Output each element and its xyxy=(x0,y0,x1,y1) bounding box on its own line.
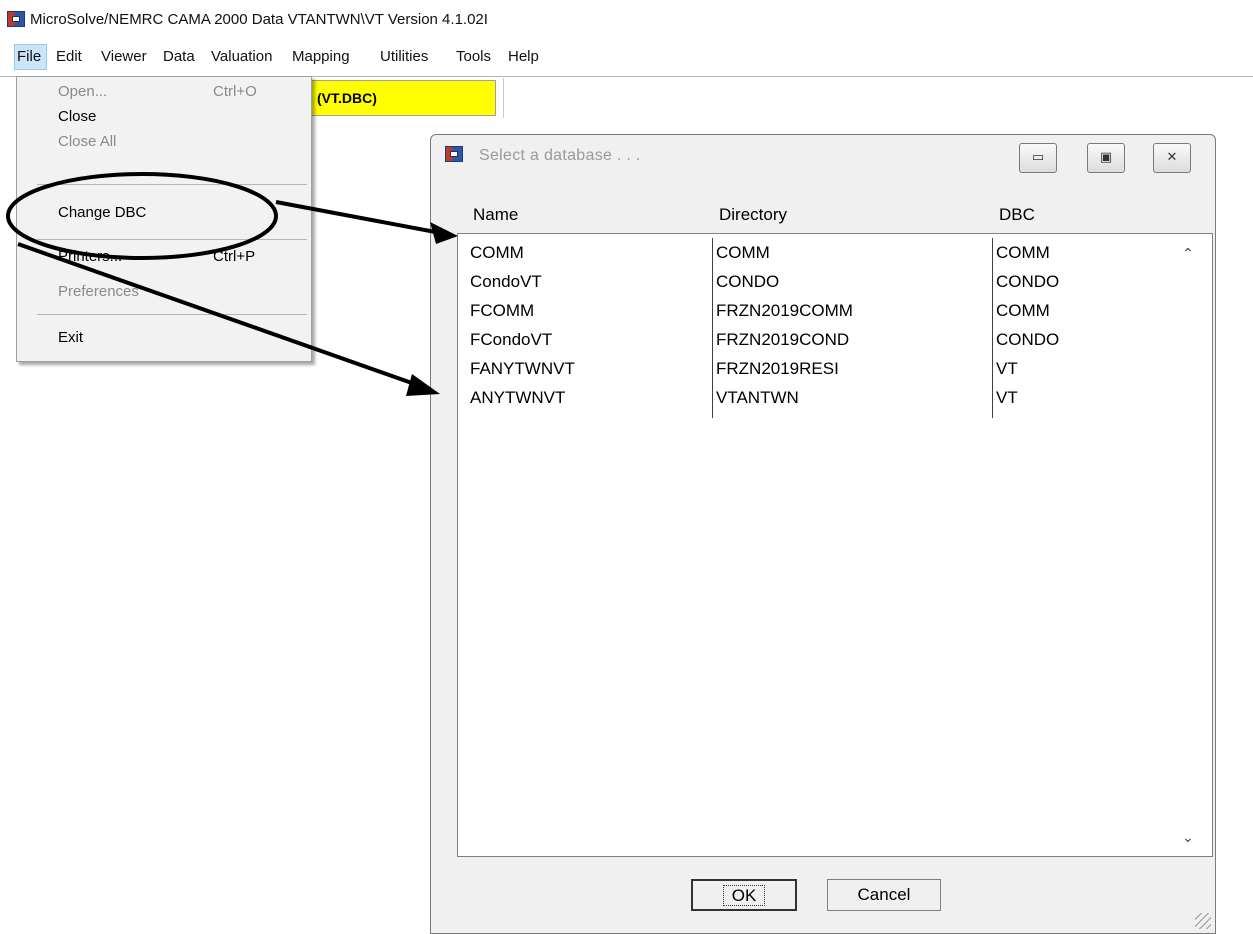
menu-item-preferences[interactable]: Preferences xyxy=(58,283,139,300)
row-dbc: VT xyxy=(996,388,1018,407)
menu-edit[interactable]: Edit xyxy=(56,48,82,65)
menu-item-open[interactable]: Open... xyxy=(58,83,107,100)
list-header: Name Directory DBC xyxy=(473,205,1183,229)
column-header-name[interactable]: Name xyxy=(473,205,518,225)
column-divider xyxy=(712,238,713,418)
row-dbc: COMM xyxy=(996,243,1050,262)
row-name: FCondoVT xyxy=(470,330,553,349)
row-directory: FRZN2019COMM xyxy=(716,301,853,320)
dbc-tab[interactable]: (VT.DBC) xyxy=(296,80,496,116)
maximize-button[interactable]: ▣ xyxy=(1087,143,1125,173)
row-name: FANYTWNVT xyxy=(470,359,575,378)
title-bar: MicroSolve/NEMRC CAMA 2000 Data VTANTWN\… xyxy=(0,0,1253,40)
menu-data[interactable]: Data xyxy=(163,48,195,65)
list-item[interactable]: ANYTWNVT VTANTWN VT xyxy=(458,385,1158,414)
app-icon xyxy=(7,11,25,27)
row-name: FCOMM xyxy=(470,301,535,320)
scroll-down-icon[interactable]: ⌄ xyxy=(1182,830,1194,846)
select-database-dialog: Select a database . . . ▭ ▣ ✕ Name Direc… xyxy=(430,134,1216,934)
toolbar-separator xyxy=(503,78,504,118)
menu-item-change-dbc[interactable]: Change DBC xyxy=(58,204,146,221)
menu-item-exit[interactable]: Exit xyxy=(58,329,83,346)
menu-file[interactable]: File xyxy=(17,48,41,65)
list-item[interactable]: FCondoVT FRZN2019COND CONDO xyxy=(458,327,1158,356)
row-dbc: CONDO xyxy=(996,330,1060,349)
shortcut-printers: Ctrl+P xyxy=(213,248,256,265)
scroll-up-icon[interactable]: ⌃ xyxy=(1182,246,1194,262)
list-item[interactable]: CondoVT CONDO CONDO xyxy=(458,269,1158,298)
ok-button[interactable]: OK xyxy=(691,879,797,911)
row-dbc: VT xyxy=(996,359,1018,378)
row-dbc: CONDO xyxy=(996,272,1060,291)
menu-item-close[interactable]: Close xyxy=(58,108,96,125)
menu-separator xyxy=(37,314,307,315)
dialog-title: Select a database . . . xyxy=(479,147,641,164)
shortcut-open: Ctrl+O xyxy=(213,83,257,100)
menu-separator xyxy=(37,239,307,240)
menu-valuation[interactable]: Valuation xyxy=(211,48,272,65)
list-item[interactable]: FCOMM FRZN2019COMM COMM xyxy=(458,298,1158,327)
ok-button-label: OK xyxy=(722,885,766,906)
database-list[interactable]: COMM COMM COMM CondoVT CONDO CONDO FCOMM… xyxy=(457,233,1213,857)
menu-help[interactable]: Help xyxy=(508,48,539,65)
dialog-app-icon xyxy=(445,146,463,162)
minimize-button[interactable]: ▭ xyxy=(1019,143,1057,173)
menu-bar: File Edit Viewer Data Valuation Mapping … xyxy=(0,44,1253,70)
column-divider xyxy=(992,238,993,418)
row-directory: VTANTWN xyxy=(716,388,799,407)
menu-tools[interactable]: Tools xyxy=(456,48,491,65)
menu-item-printers[interactable]: Printers... xyxy=(58,248,122,265)
row-name: COMM xyxy=(470,243,524,262)
menu-mapping[interactable]: Mapping xyxy=(292,48,350,65)
close-button[interactable]: ✕ xyxy=(1153,143,1191,173)
row-directory: FRZN2019COND xyxy=(716,330,850,349)
window-title: MicroSolve/NEMRC CAMA 2000 Data VTANTWN\… xyxy=(30,11,488,28)
row-directory: COMM xyxy=(716,243,770,262)
menu-utilities[interactable]: Utilities xyxy=(380,48,428,65)
row-directory: CONDO xyxy=(716,272,780,291)
file-menu-dropdown: Open... Ctrl+O Close Close All Change DB… xyxy=(16,76,312,362)
cancel-button[interactable]: Cancel xyxy=(827,879,941,911)
row-dbc: COMM xyxy=(996,301,1050,320)
column-header-directory[interactable]: Directory xyxy=(719,205,787,225)
list-item[interactable]: FANYTWNVT FRZN2019RESI VT xyxy=(458,356,1158,385)
list-item[interactable]: COMM COMM COMM xyxy=(458,240,1158,269)
menu-viewer[interactable]: Viewer xyxy=(101,48,147,65)
menu-item-close-all[interactable]: Close All xyxy=(58,133,116,150)
row-name: ANYTWNVT xyxy=(470,388,566,407)
column-header-dbc[interactable]: DBC xyxy=(999,205,1035,225)
menu-separator xyxy=(37,184,307,185)
row-name: CondoVT xyxy=(470,272,542,291)
dbc-tab-label: (VT.DBC) xyxy=(317,90,377,106)
row-directory: FRZN2019RESI xyxy=(716,359,839,378)
